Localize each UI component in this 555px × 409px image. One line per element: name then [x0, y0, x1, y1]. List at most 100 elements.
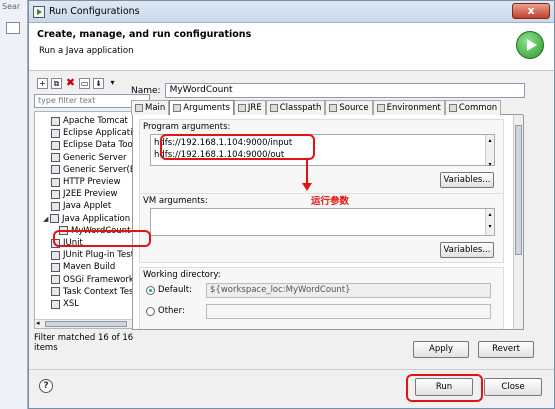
classpath-tab-icon: [269, 104, 278, 112]
name-label: Name:: [131, 85, 161, 96]
tab-label: Classpath: [279, 102, 322, 113]
panel-scroll-thumb[interactable]: [515, 125, 522, 255]
tree-item[interactable]: Generic Server: [51, 152, 127, 164]
tree-item[interactable]: Task Context Test: [51, 286, 137, 298]
vm-arguments-field[interactable]: ▴ ▾: [150, 208, 495, 236]
server-icon: [51, 153, 60, 163]
osgi-icon: [51, 275, 60, 285]
run-banner-icon: [516, 31, 544, 59]
applet-icon: [51, 201, 60, 211]
tab-environment[interactable]: Environment: [372, 100, 445, 115]
tab-arguments[interactable]: Arguments: [169, 100, 234, 115]
vm-variables-button[interactable]: Variables...: [440, 242, 494, 258]
tree-item-label: Generic Server: [63, 152, 127, 163]
eclipse-icon: [51, 128, 60, 138]
panel-vertical-scrollbar[interactable]: [513, 115, 523, 329]
tree-item-label: Maven Build: [63, 262, 116, 273]
tree-item-label: Eclipse Data Tools: [63, 140, 140, 151]
preview-icon: [51, 177, 60, 187]
delete-configuration-icon[interactable]: ✖: [65, 77, 76, 89]
mywordcount-highlight: [53, 230, 151, 247]
tree-item[interactable]: Apache Tomcat: [51, 115, 128, 127]
tree-item-label: Task Context Test: [63, 286, 137, 297]
source-tab-icon: [329, 104, 338, 112]
config-tabs: Main Arguments JRE Classpath Source Environme…: [131, 100, 523, 115]
preview-icon: [51, 189, 60, 199]
tree-item[interactable]: ◢ Java Application: [43, 213, 130, 225]
tab-classpath[interactable]: Classpath: [265, 100, 326, 115]
run-configurations-dialog: Run Configurations x Create, manage, and…: [28, 0, 555, 409]
xsl-icon: [51, 299, 60, 309]
tree-item-label: Eclipse Application: [63, 128, 144, 139]
tree-item[interactable]: Eclipse Data Tools: [51, 139, 139, 151]
tree-item-label: J2EE Preview: [63, 189, 118, 200]
java-app-icon: [50, 214, 59, 224]
footer-separator: [29, 369, 554, 370]
header-subtitle: Run a Java application: [39, 46, 134, 56]
default-radio-row[interactable]: Default:: [146, 285, 192, 295]
annotation-label: 运行参数: [311, 196, 350, 207]
window-title: Run Configurations: [49, 6, 140, 17]
other-directory-field: [206, 304, 491, 319]
search-label: Sear: [2, 2, 21, 11]
program-variables-button[interactable]: Variables...: [440, 172, 494, 188]
expand-chevron-icon[interactable]: ◢: [43, 215, 50, 223]
dialog-header: Create, manage, and run configurations R…: [29, 23, 554, 71]
tab-jre[interactable]: JRE: [233, 100, 266, 115]
default-directory-field: ${workspace_loc:MyWordCount}: [206, 283, 491, 298]
other-radio-row[interactable]: Other:: [146, 306, 185, 316]
server-icon: [51, 165, 60, 175]
filter-menu-chevron-icon[interactable]: ▾: [107, 78, 118, 89]
default-label: Default:: [158, 285, 192, 295]
arguments-tab-icon: [173, 104, 182, 112]
vm-arguments-scrollbar[interactable]: ▴ ▾: [485, 209, 494, 235]
tab-label: Common: [458, 102, 498, 113]
working-directory-label: Working directory:: [143, 270, 221, 280]
tree-item-label: OSGi Framework: [63, 274, 134, 285]
close-button[interactable]: Close: [484, 378, 542, 396]
tree-item-label: Apache Tomcat: [63, 116, 128, 126]
name-row: Name: MyWordCount: [131, 83, 525, 98]
tree-item[interactable]: Eclipse Application: [51, 127, 143, 139]
run-button[interactable]: Run: [415, 378, 473, 396]
apply-button[interactable]: Apply: [413, 341, 469, 358]
tree-item-label: JUnit Plug-in Test: [63, 250, 135, 261]
tree-item[interactable]: HTTP Preview: [51, 176, 121, 188]
working-directory-group: Working directory: Default: ${workspace_…: [139, 267, 504, 329]
close-window-button[interactable]: x: [512, 3, 550, 19]
revert-button[interactable]: Revert: [478, 341, 534, 358]
program-arguments-label: Program arguments:: [143, 122, 231, 132]
annotation-arrow-head: [302, 183, 312, 191]
arguments-scrollbar[interactable]: ▴ ▾: [485, 135, 494, 168]
package-explorer-icon[interactable]: [6, 22, 20, 34]
data-tools-icon: [51, 140, 60, 150]
tree-item[interactable]: JUnit Plug-in Test: [51, 249, 134, 261]
jre-tab-icon: [237, 104, 246, 112]
tree-item-label: Java Applet: [63, 201, 112, 212]
tree-item[interactable]: OSGi Framework: [51, 274, 134, 286]
tab-main[interactable]: Main: [131, 100, 170, 115]
environment-tab-icon: [376, 104, 385, 112]
scroll-thumb[interactable]: [45, 321, 127, 327]
filter-icon[interactable]: ⇟: [93, 77, 104, 89]
scroll-left-icon[interactable]: ◂: [36, 319, 40, 327]
tree-item[interactable]: Maven Build: [51, 261, 115, 273]
tree-item[interactable]: XSL: [51, 298, 79, 310]
filter-status: Filter matched 16 of 16 items: [34, 333, 134, 353]
tree-item[interactable]: J2EE Preview: [51, 188, 117, 200]
tab-common[interactable]: Common: [444, 100, 502, 115]
task-icon: [51, 287, 60, 297]
junit-icon: [51, 250, 60, 260]
collapse-all-icon[interactable]: ▭: [79, 77, 90, 89]
name-field[interactable]: MyWordCount: [164, 83, 525, 98]
tab-source[interactable]: Source: [325, 100, 373, 115]
run-icon: [33, 5, 45, 18]
new-configuration-icon[interactable]: +: [37, 77, 48, 89]
tree-item[interactable]: Java Applet: [51, 200, 111, 212]
program-arguments-highlight: [160, 134, 315, 160]
help-icon[interactable]: ?: [39, 379, 53, 393]
tab-label: Environment: [386, 102, 441, 113]
duplicate-configuration-icon[interactable]: ⧉: [51, 77, 62, 89]
default-radio[interactable]: [146, 285, 155, 295]
other-radio[interactable]: [146, 306, 155, 316]
